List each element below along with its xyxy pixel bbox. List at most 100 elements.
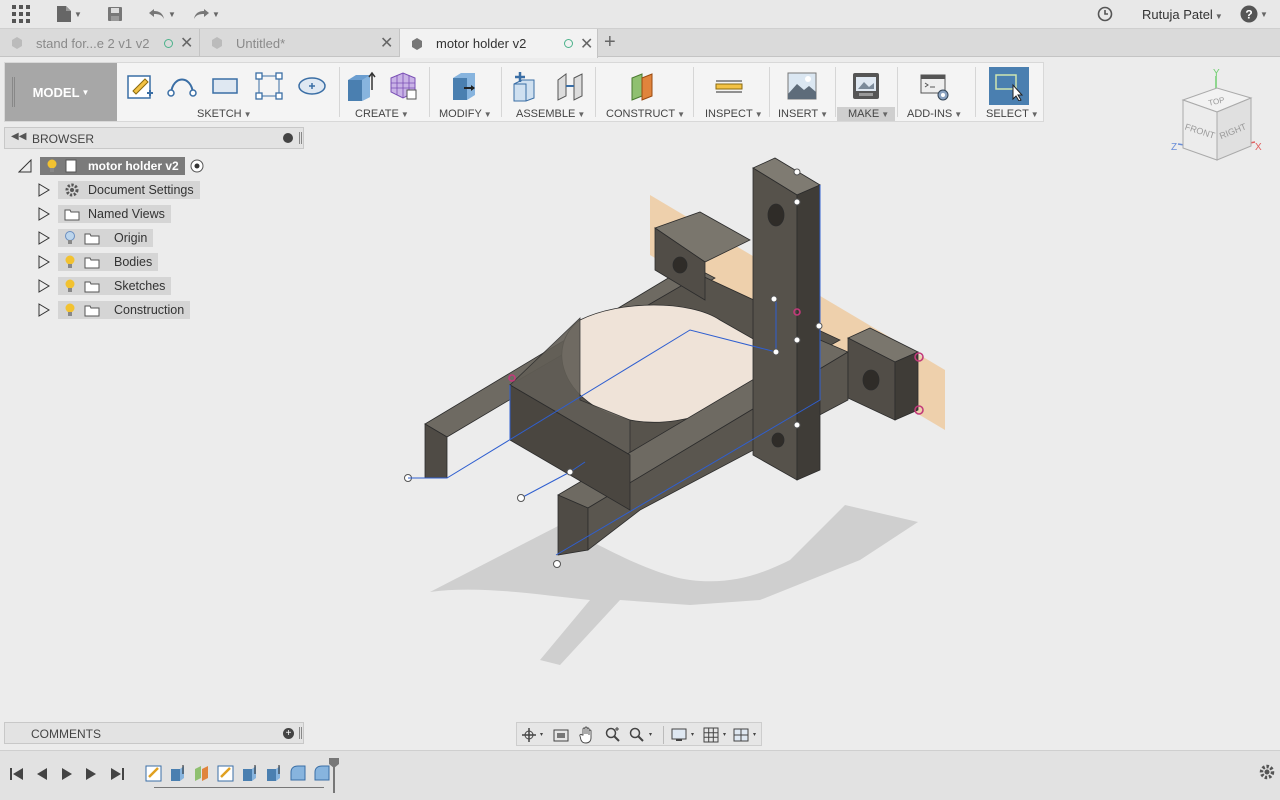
step-forward-icon[interactable] bbox=[82, 765, 100, 783]
sketch-menu[interactable]: SKETCH ▼ bbox=[197, 108, 252, 120]
display-settings-icon[interactable] bbox=[671, 727, 699, 743]
spline-icon[interactable] bbox=[165, 69, 199, 103]
create-menu[interactable]: CREATE ▼ bbox=[355, 108, 409, 120]
construct-menu[interactable]: CONSTRUCT ▼ bbox=[606, 108, 685, 120]
fit-zoom-icon[interactable] bbox=[629, 727, 657, 743]
extrude-icon[interactable] bbox=[343, 69, 377, 103]
user-account-menu[interactable]: Rutuja Patel ▼ bbox=[1142, 7, 1223, 22]
expand-triangle-icon[interactable] bbox=[38, 279, 50, 293]
form-icon[interactable] bbox=[386, 69, 420, 103]
pan-hand-icon[interactable] bbox=[579, 726, 595, 744]
timeline-marker[interactable] bbox=[328, 757, 340, 793]
root-node[interactable]: motor holder v2 bbox=[40, 157, 185, 175]
scripts-addins-icon[interactable] bbox=[917, 69, 951, 103]
browser-item-construction[interactable]: Construction bbox=[38, 301, 191, 319]
activate-radio-icon[interactable] bbox=[189, 158, 205, 174]
undo-icon[interactable]: ▼ bbox=[144, 4, 180, 24]
expand-triangle-icon[interactable] bbox=[38, 231, 50, 245]
make-menu[interactable]: MAKE ▼ bbox=[848, 108, 889, 120]
step-back-icon[interactable] bbox=[33, 765, 51, 783]
collapse-triangle-icon[interactable] bbox=[18, 159, 32, 173]
close-icon[interactable]: ✕ bbox=[580, 34, 593, 54]
redo-icon[interactable]: ▼ bbox=[188, 4, 224, 24]
timeline-settings-gear-icon[interactable] bbox=[1258, 763, 1276, 781]
go-to-start-icon[interactable] bbox=[8, 765, 26, 783]
visibility-bulb-icon[interactable] bbox=[64, 255, 76, 269]
new-tab-plus-icon[interactable]: + bbox=[604, 31, 616, 54]
visibility-bulb-off-icon[interactable] bbox=[64, 231, 76, 245]
visibility-bulb-icon[interactable] bbox=[46, 159, 58, 173]
insert-menu[interactable]: INSERT ▼ bbox=[778, 108, 828, 120]
new-component-icon[interactable] bbox=[509, 69, 543, 103]
expand-triangle-icon[interactable] bbox=[38, 255, 50, 269]
timeline-extrude-icon[interactable] bbox=[241, 764, 259, 782]
zoom-icon[interactable] bbox=[605, 727, 621, 743]
assemble-menu[interactable]: ASSEMBLE ▼ bbox=[516, 108, 585, 120]
canvas-viewport[interactable] bbox=[380, 150, 980, 680]
app-grid-icon[interactable] bbox=[10, 4, 32, 24]
play-icon[interactable] bbox=[58, 765, 76, 783]
inspect-menu[interactable]: INSPECT ▼ bbox=[705, 108, 763, 120]
timeline-sketch-icon[interactable] bbox=[217, 764, 235, 782]
visibility-bulb-icon[interactable] bbox=[64, 303, 76, 317]
divider bbox=[501, 67, 502, 117]
drag-grip-icon[interactable] bbox=[299, 727, 302, 739]
insert-image-icon[interactable] bbox=[785, 69, 819, 103]
collapse-panel-icon[interactable]: ◀◀ bbox=[11, 131, 26, 142]
group-label: MODIFY bbox=[439, 108, 482, 120]
expand-triangle-icon[interactable] bbox=[38, 207, 50, 221]
browser-item-sketches[interactable]: Sketches bbox=[38, 277, 172, 295]
close-icon[interactable]: ✕ bbox=[180, 33, 193, 53]
job-status-clock-icon[interactable] bbox=[1096, 4, 1114, 24]
group-label: ADD-INS bbox=[907, 108, 953, 120]
rectangle-icon[interactable] bbox=[208, 69, 242, 103]
tab-stand[interactable]: stand for...e 2 v1 v2 ✕ bbox=[0, 29, 200, 57]
joint-icon[interactable] bbox=[553, 69, 587, 103]
rectangular-pattern-icon[interactable] bbox=[252, 69, 286, 103]
close-icon[interactable]: ✕ bbox=[380, 33, 393, 53]
go-to-end-icon[interactable] bbox=[108, 765, 126, 783]
add-ins-menu[interactable]: ADD-INS ▼ bbox=[907, 108, 962, 120]
press-pull-icon[interactable] bbox=[446, 69, 480, 103]
help-icon[interactable]: ? ▼ bbox=[1238, 4, 1270, 24]
3d-print-icon[interactable] bbox=[849, 69, 883, 103]
workspace-switcher[interactable]: MODEL ▼ bbox=[5, 63, 117, 121]
viewports-icon[interactable] bbox=[733, 727, 761, 743]
orbit-icon[interactable] bbox=[521, 727, 545, 743]
drag-grip-icon[interactable] bbox=[299, 132, 302, 144]
file-menu-icon[interactable]: ▼ bbox=[54, 4, 84, 24]
folder-icon bbox=[84, 257, 100, 268]
z-axis-label: Z bbox=[1171, 142, 1177, 153]
window-select-icon[interactable] bbox=[989, 67, 1029, 105]
expand-triangle-icon[interactable] bbox=[38, 303, 50, 317]
timeline-fillet-icon[interactable] bbox=[289, 764, 307, 782]
timeline-extrude-icon[interactable] bbox=[169, 764, 187, 782]
grid-settings-icon[interactable] bbox=[703, 727, 731, 743]
save-icon[interactable] bbox=[106, 4, 124, 24]
measure-icon[interactable] bbox=[712, 69, 746, 103]
viewcube[interactable]: TOP FRONT RIGHT Y Z X bbox=[1165, 68, 1265, 163]
drag-grip-icon[interactable] bbox=[12, 77, 15, 107]
tab-untitled[interactable]: Untitled* ✕ bbox=[200, 29, 400, 57]
browser-item-bodies[interactable]: Bodies bbox=[38, 253, 159, 271]
browser-item-origin[interactable]: Origin bbox=[38, 229, 154, 247]
look-at-icon[interactable] bbox=[553, 727, 569, 743]
expand-triangle-icon[interactable] bbox=[38, 183, 50, 197]
timeline-extrude-icon[interactable] bbox=[265, 764, 283, 782]
timeline-plane-icon[interactable] bbox=[193, 764, 211, 782]
select-menu[interactable]: SELECT ▼ bbox=[986, 108, 1039, 120]
visibility-bulb-icon[interactable] bbox=[64, 279, 76, 293]
insert-point-icon[interactable] bbox=[295, 69, 329, 103]
tab-motor-holder[interactable]: motor holder v2 ✕ bbox=[400, 29, 598, 58]
modify-menu[interactable]: MODIFY ▼ bbox=[439, 108, 492, 120]
ribbon-toolbar: MODEL ▼ SKETCH ▼ CREATE ▼ MODIFY ▼ ASSEMBLE ▼ bbox=[4, 62, 1044, 122]
browser-pin-icon[interactable] bbox=[283, 133, 293, 143]
timeline-sketch-icon[interactable] bbox=[145, 764, 163, 782]
divider bbox=[693, 67, 694, 117]
browser-item-document-settings[interactable]: Document Settings bbox=[38, 181, 200, 199]
add-comment-icon[interactable]: + bbox=[283, 728, 294, 739]
browser-root-row[interactable]: motor holder v2 bbox=[18, 157, 205, 175]
browser-item-named-views[interactable]: Named Views bbox=[38, 205, 171, 223]
create-sketch-icon[interactable] bbox=[123, 69, 157, 103]
offset-plane-icon[interactable] bbox=[627, 69, 661, 103]
